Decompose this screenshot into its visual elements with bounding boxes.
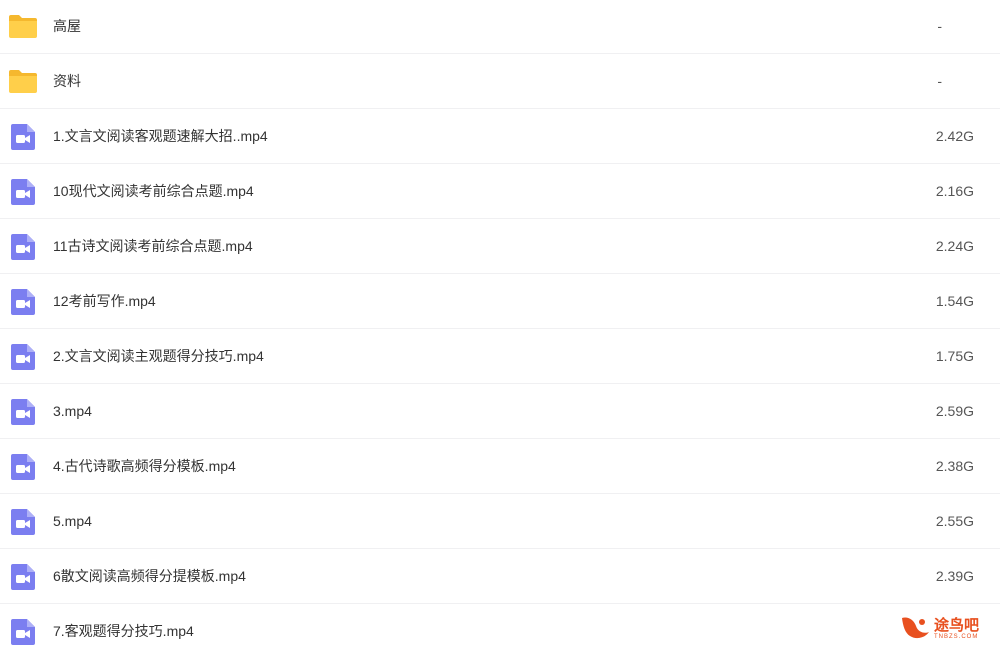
file-row[interactable]: 5.mp4 2.55G [0, 494, 1000, 549]
video-file-icon [10, 123, 40, 151]
file-size: - [937, 73, 942, 89]
watermark-text: 途鸟吧 [934, 616, 980, 634]
file-name[interactable]: 11古诗文阅读考前综合点题.mp4 [53, 219, 253, 274]
video-file-icon [10, 618, 40, 646]
file-row[interactable]: 10现代文阅读考前综合点题.mp4 2.16G [0, 164, 1000, 219]
file-row[interactable]: 7.客观题得分技巧.mp4 [0, 604, 1000, 650]
file-row[interactable]: 3.mp4 2.59G [0, 384, 1000, 439]
site-watermark: 途鸟吧 TNBZS.COM [898, 610, 992, 644]
bird-logo-icon [902, 617, 929, 639]
video-file-icon [10, 508, 40, 536]
folder-row[interactable]: 资料 - [0, 54, 1000, 109]
video-file-icon [10, 343, 40, 371]
video-file-icon [10, 233, 40, 261]
file-row[interactable]: 2.文言文阅读主观题得分技巧.mp4 1.75G [0, 329, 1000, 384]
file-row[interactable]: 4.古代诗歌高频得分模板.mp4 2.38G [0, 439, 1000, 494]
file-size: 2.59G [935, 403, 974, 419]
file-size: 2.42G [935, 128, 974, 144]
file-size: 2.16G [935, 183, 974, 199]
file-row[interactable]: 11古诗文阅读考前综合点题.mp4 2.24G [0, 219, 1000, 274]
file-size: 1.75G [935, 348, 974, 364]
file-row[interactable]: 6散文阅读高频得分提模板.mp4 2.39G [0, 549, 1000, 604]
file-name[interactable]: 3.mp4 [53, 384, 92, 439]
file-name[interactable]: 1.文言文阅读客观题速解大招..mp4 [53, 109, 268, 164]
file-row[interactable]: 12考前写作.mp4 1.54G [0, 274, 1000, 329]
file-list: 7.客观题得分技巧.mp4 6散文阅读高频得分提模板.mp4 2.39G 5.mp4 2… [0, 0, 1000, 650]
file-size: 2.55G [935, 513, 974, 529]
file-row[interactable]: 1.文言文阅读客观题速解大招..mp4 2.42G [0, 109, 1000, 164]
file-name[interactable]: 12考前写作.mp4 [53, 274, 156, 329]
file-name[interactable]: 4.古代诗歌高频得分模板.mp4 [53, 439, 236, 494]
video-file-icon [10, 178, 40, 206]
file-size: 2.24G [935, 238, 974, 254]
file-name[interactable]: 10现代文阅读考前综合点题.mp4 [53, 164, 254, 219]
folder-icon [8, 13, 38, 41]
file-name[interactable]: 5.mp4 [53, 494, 92, 549]
file-size: 2.39G [935, 568, 974, 584]
file-size: 2.38G [935, 458, 974, 474]
watermark-subtext: TNBZS.COM [934, 634, 979, 640]
file-name[interactable]: 资料 [53, 54, 81, 109]
file-name[interactable]: 高屋 [53, 0, 81, 54]
video-file-icon [10, 453, 40, 481]
video-file-icon [10, 288, 40, 316]
file-name[interactable]: 6散文阅读高频得分提模板.mp4 [53, 549, 246, 604]
file-name[interactable]: 2.文言文阅读主观题得分技巧.mp4 [53, 329, 264, 384]
file-size: 1.54G [935, 293, 974, 309]
file-size: - [937, 18, 942, 34]
folder-icon [8, 68, 38, 96]
video-file-icon [10, 398, 40, 426]
folder-row[interactable]: 高屋 - [0, 0, 1000, 54]
video-file-icon [10, 563, 40, 591]
file-name[interactable]: 7.客观题得分技巧.mp4 [53, 604, 194, 650]
